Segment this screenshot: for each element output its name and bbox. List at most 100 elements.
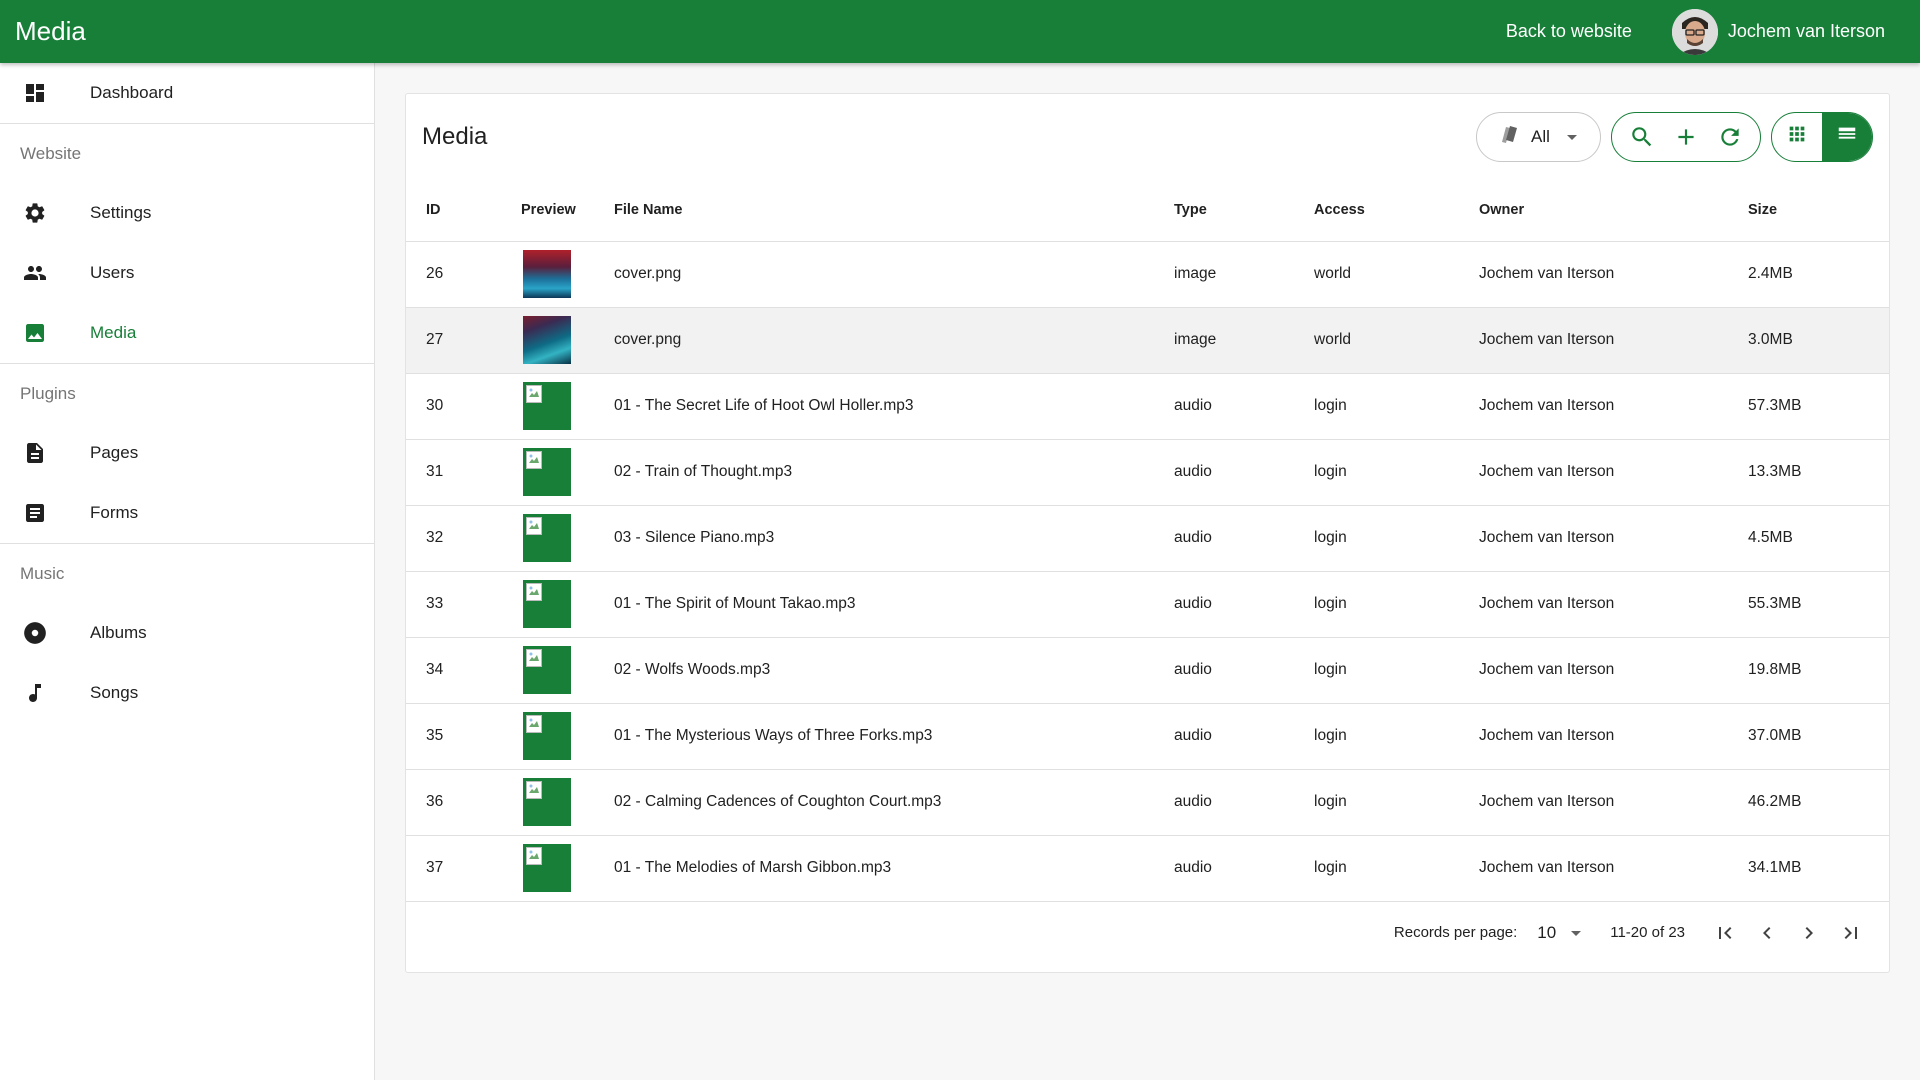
chevron-down-icon <box>1570 923 1582 943</box>
sidebar-item-dashboard[interactable]: Dashboard <box>0 63 374 123</box>
gear-icon <box>21 199 49 227</box>
table-row[interactable]: 35 01 - The Mysterious Ways of Three For… <box>406 703 1889 770</box>
broken-image-icon <box>526 385 542 408</box>
image-icon <box>21 319 49 347</box>
sidebar-item-users[interactable]: Users <box>0 243 374 303</box>
sidebar-item-forms[interactable]: Forms <box>0 483 374 543</box>
cell-size: 55.3MB <box>1748 571 1889 638</box>
sidebar-section-website: Website <box>0 123 374 183</box>
preview-thumbnail <box>523 712 571 760</box>
cell-size: 57.3MB <box>1748 373 1889 440</box>
first-page-icon[interactable] <box>1707 915 1743 951</box>
cell-type: audio <box>1174 571 1314 638</box>
cell-access: login <box>1314 835 1479 902</box>
document-icon <box>21 439 49 467</box>
broken-image-icon <box>526 649 542 672</box>
cell-owner: Jochem van Iterson <box>1479 703 1748 770</box>
refresh-icon[interactable] <box>1712 119 1748 155</box>
table-row[interactable]: 32 03 - Silence Piano.mp3 audio login Jo… <box>406 505 1889 572</box>
previous-page-icon[interactable] <box>1749 915 1785 951</box>
cell-size: 34.1MB <box>1748 835 1889 902</box>
cell-id: 34 <box>406 637 521 704</box>
back-to-website-link[interactable]: Back to website <box>1506 21 1632 42</box>
album-icon <box>21 619 49 647</box>
cell-access: login <box>1314 505 1479 572</box>
broken-image-icon <box>526 781 542 804</box>
sidebar-item-settings[interactable]: Settings <box>0 183 374 243</box>
chevron-down-icon <box>1566 127 1578 147</box>
user-menu[interactable]: Jochem van Iterson <box>1671 8 1885 55</box>
media-card: Media All ID Preview File Name Type Acce… <box>405 93 1890 973</box>
sidebar-item-pages[interactable]: Pages <box>0 423 374 483</box>
cell-id: 26 <box>406 241 521 308</box>
search-icon[interactable] <box>1624 119 1660 155</box>
table-row[interactable]: 30 01 - The Secret Life of Hoot Owl Holl… <box>406 373 1889 440</box>
sidebar-item-label: Songs <box>90 683 139 702</box>
action-button-group <box>1611 111 1761 162</box>
cell-access: world <box>1314 241 1479 308</box>
table-row[interactable]: 31 02 - Train of Thought.mp3 audio login… <box>406 439 1889 506</box>
records-per-page-select[interactable]: 10 <box>1537 923 1582 943</box>
cell-type: audio <box>1174 505 1314 572</box>
table-row[interactable]: 26 cover.png image world Jochem van Iter… <box>406 241 1889 308</box>
column-header-access[interactable]: Access <box>1314 179 1479 242</box>
sidebar-item-label: Users <box>90 263 135 282</box>
music-note-icon <box>21 679 49 707</box>
add-icon[interactable] <box>1668 119 1704 155</box>
app-title: Media <box>15 16 86 46</box>
cell-id: 30 <box>406 373 521 440</box>
media-table: ID Preview File Name Type Access Owner S… <box>406 179 1889 902</box>
cell-type: audio <box>1174 373 1314 440</box>
column-header-id[interactable]: ID <box>406 179 521 242</box>
column-header-preview: Preview <box>521 179 614 242</box>
table-row[interactable]: 33 01 - The Spirit of Mount Takao.mp3 au… <box>406 571 1889 638</box>
column-header-file-name[interactable]: File Name <box>614 179 1174 242</box>
next-page-icon[interactable] <box>1791 915 1827 951</box>
preview-thumbnail <box>523 316 571 364</box>
cell-type: image <box>1174 241 1314 308</box>
preview-thumbnail <box>523 448 571 496</box>
grid-view-button[interactable] <box>1772 113 1822 161</box>
cell-file-name: 01 - The Secret Life of Hoot Owl Holler.… <box>614 373 1174 440</box>
cell-type: audio <box>1174 835 1314 902</box>
broken-image-icon <box>526 583 542 606</box>
last-page-icon[interactable] <box>1833 915 1869 951</box>
table-header-row: ID Preview File Name Type Access Owner S… <box>406 179 1889 242</box>
column-header-size[interactable]: Size <box>1748 179 1889 242</box>
column-header-type[interactable]: Type <box>1174 179 1314 242</box>
cell-access: login <box>1314 769 1479 836</box>
cell-size: 4.5MB <box>1748 505 1889 572</box>
cell-type: image <box>1174 307 1314 374</box>
sidebar-item-songs[interactable]: Songs <box>0 663 374 723</box>
sidebar-item-albums[interactable]: Albums <box>0 603 374 663</box>
cell-type: audio <box>1174 637 1314 704</box>
cell-size: 13.3MB <box>1748 439 1889 506</box>
preview-thumbnail <box>523 646 571 694</box>
records-per-page-value: 10 <box>1537 922 1557 942</box>
table-row[interactable]: 34 02 - Wolfs Woods.mp3 audio login Joch… <box>406 637 1889 704</box>
cell-file-name: 01 - The Melodies of Marsh Gibbon.mp3 <box>614 835 1174 902</box>
cell-access: login <box>1314 703 1479 770</box>
cell-size: 37.0MB <box>1748 703 1889 770</box>
cell-id: 31 <box>406 439 521 506</box>
cell-file-name: 03 - Silence Piano.mp3 <box>614 505 1174 572</box>
sidebar-item-media[interactable]: Media <box>0 303 374 363</box>
cell-owner: Jochem van Iterson <box>1479 439 1748 506</box>
type-filter-select[interactable]: All <box>1476 111 1601 162</box>
cell-owner: Jochem van Iterson <box>1479 637 1748 704</box>
list-view-button[interactable] <box>1822 112 1872 161</box>
table-row[interactable]: 37 01 - The Melodies of Marsh Gibbon.mp3… <box>406 835 1889 902</box>
broken-image-icon <box>526 451 542 474</box>
cell-id: 27 <box>406 307 521 374</box>
sidebar-section-plugins: Plugins <box>0 363 374 423</box>
cell-file-name: 02 - Wolfs Woods.mp3 <box>614 637 1174 704</box>
sidebar-section-music: Music <box>0 543 374 603</box>
cell-owner: Jochem van Iterson <box>1479 307 1748 374</box>
table-row[interactable]: 27 cover.png image world Jochem van Iter… <box>406 307 1889 374</box>
card-header: Media All <box>406 94 1889 179</box>
table-row[interactable]: 36 02 - Calming Cadences of Coughton Cou… <box>406 769 1889 836</box>
cell-owner: Jochem van Iterson <box>1479 571 1748 638</box>
broken-image-icon <box>526 715 542 738</box>
column-header-owner[interactable]: Owner <box>1479 179 1748 242</box>
media-filter-icon <box>1497 122 1521 151</box>
